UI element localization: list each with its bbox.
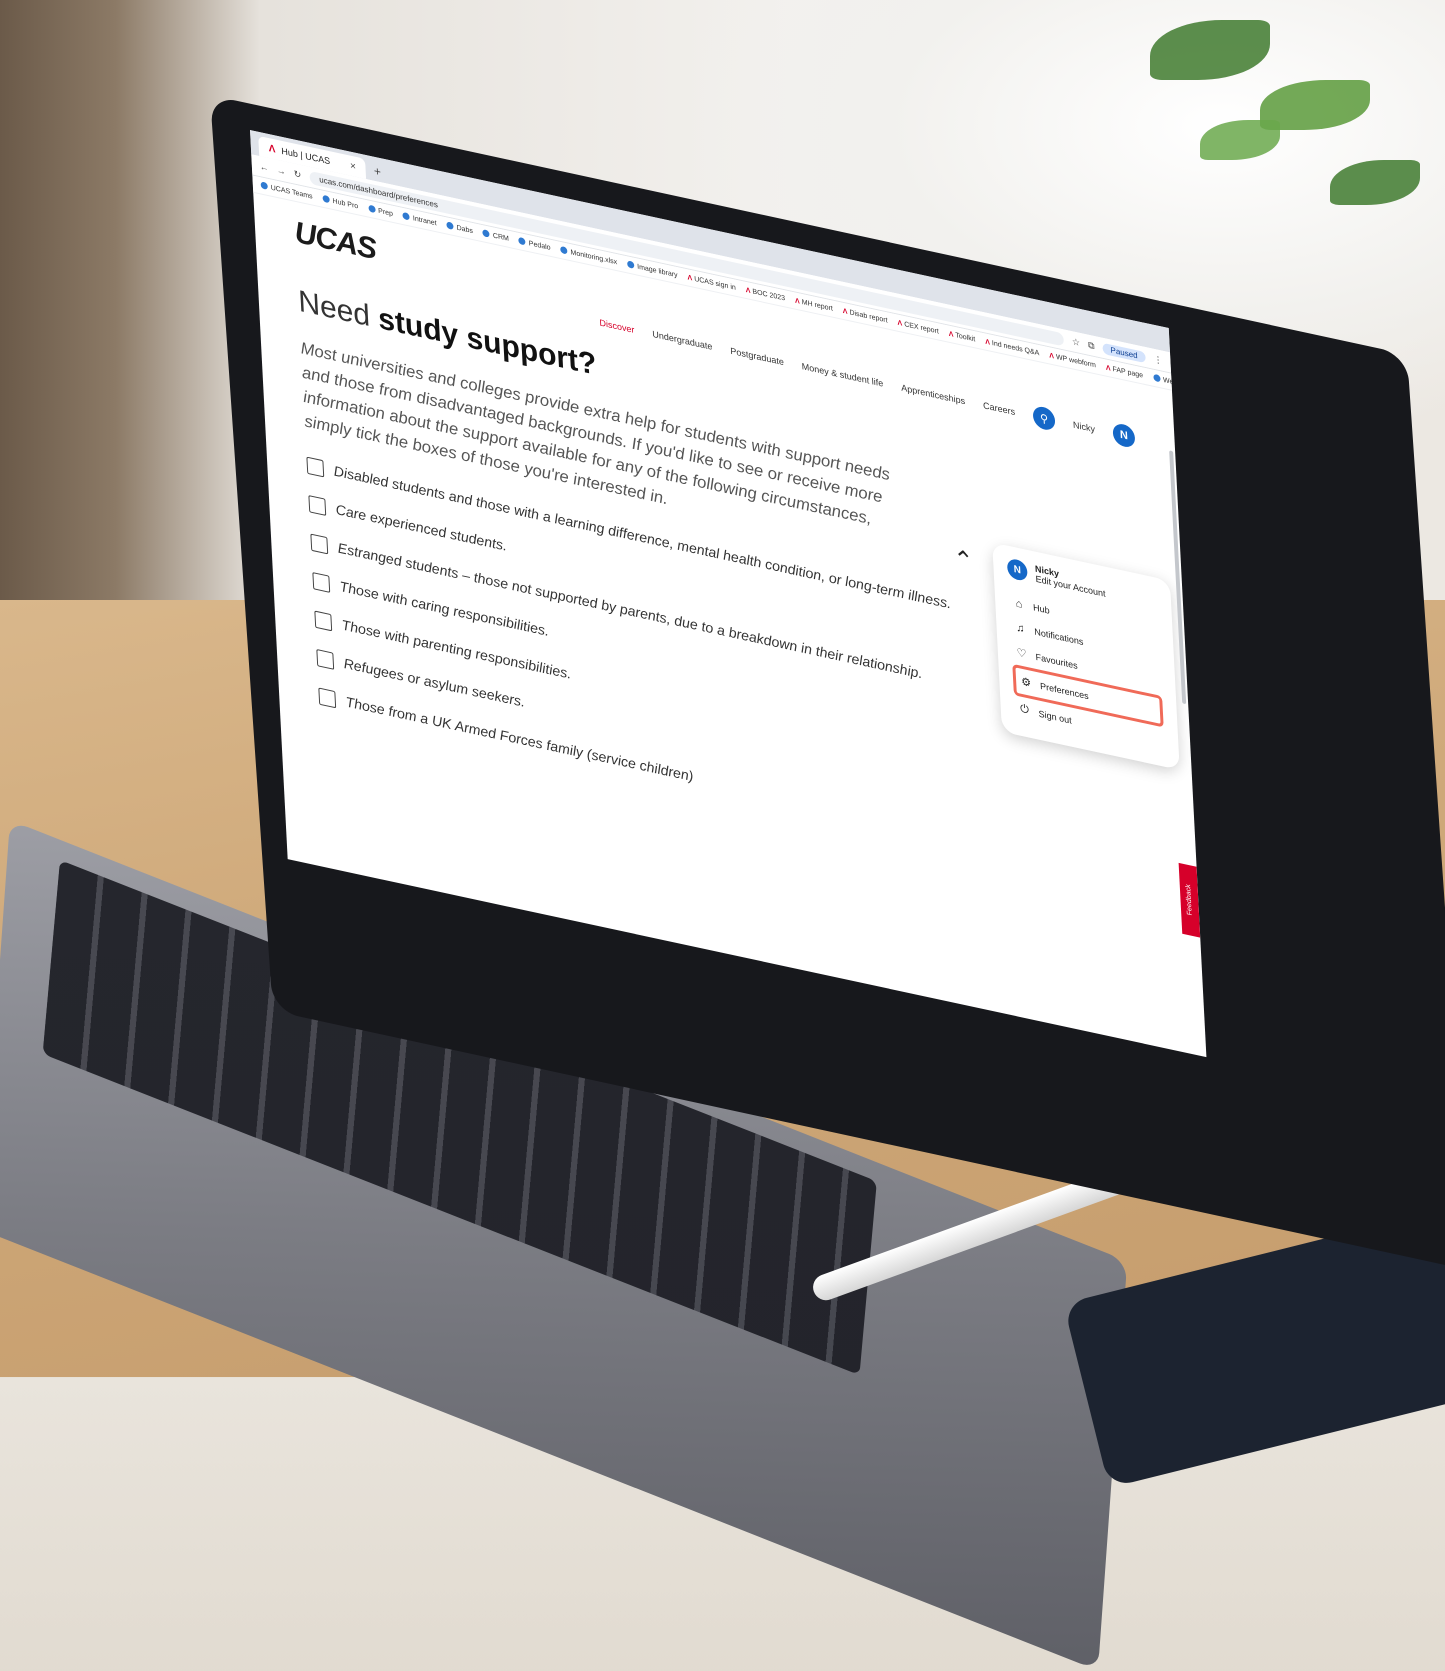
checkbox[interactable] (316, 648, 335, 670)
bookmark-label: FAP page (1112, 365, 1144, 380)
menu-item-label: Preferences (1039, 680, 1089, 701)
bookmark-item[interactable]: Pedalo (518, 236, 551, 252)
nav-postgraduate[interactable]: Postgraduate (730, 346, 784, 368)
checkbox[interactable] (306, 456, 325, 478)
checkbox[interactable] (312, 571, 331, 593)
menu-item-label: Hub (1032, 602, 1050, 616)
search-icon: ⚲ (1039, 411, 1049, 426)
globe-icon (322, 194, 330, 204)
bookmark-label: Prep (378, 207, 394, 218)
heading-light: Need (297, 284, 380, 336)
menu-icon[interactable]: ⋮ (1153, 353, 1163, 366)
globe-icon (402, 211, 411, 221)
user-dropdown-menu: N Nicky Edit your Account ⌂ Hub ♫ Notifica… (992, 542, 1180, 770)
new-tab-button[interactable]: + (374, 164, 382, 180)
wetransfer-icon (1152, 373, 1161, 383)
checkbox[interactable] (318, 687, 337, 709)
globe-icon (367, 204, 376, 214)
ucas-icon: Λ (842, 307, 848, 316)
bell-icon: ♫ (1015, 621, 1025, 636)
globe-icon (626, 260, 635, 269)
reload-icon[interactable]: ↻ (293, 168, 301, 181)
nav-discover[interactable]: Discover (599, 317, 634, 335)
feedback-tab[interactable]: Feedback (1178, 862, 1201, 938)
bookmark-label: Hub Pro (332, 197, 359, 211)
checkbox[interactable] (308, 494, 327, 516)
bookmark-label: CRM (492, 232, 510, 243)
checkbox[interactable] (310, 533, 329, 555)
menu-item-label: Favourites (1035, 651, 1078, 671)
bookmark-item[interactable]: Intranet (402, 211, 437, 228)
power-icon: ⏻ (1019, 702, 1030, 717)
gear-icon: ⚙ (1020, 675, 1032, 690)
nav-careers[interactable]: Careers (983, 400, 1015, 417)
bookmark-item[interactable]: Λ Toolkit (949, 330, 976, 343)
globe-icon (518, 236, 526, 246)
ucas-favicon-icon: Λ (268, 142, 276, 156)
grid-icon (260, 181, 268, 190)
cloud-icon (482, 229, 491, 238)
ucas-icon: Λ (745, 286, 751, 295)
back-icon[interactable]: ← (260, 161, 270, 173)
bookmark-item[interactable]: CRM (482, 229, 510, 243)
bookmark-label: BOC 2023 (752, 287, 786, 302)
ucas-icon: Λ (897, 319, 903, 328)
home-icon: ⌂ (1015, 597, 1023, 611)
menu-item-label: Sign out (1038, 707, 1072, 726)
ucas-icon: Λ (687, 273, 693, 282)
menu-avatar: N (1006, 557, 1028, 583)
tab-close-icon[interactable]: × (350, 160, 356, 172)
heart-icon: ♡ (1016, 646, 1027, 661)
header-user-name[interactable]: Nicky (1073, 419, 1095, 434)
bookmark-label: Intranet (412, 215, 437, 228)
checkbox[interactable] (314, 610, 333, 632)
forward-icon[interactable]: → (276, 165, 286, 177)
bookmark-label: Dabs (456, 224, 474, 236)
ucas-icon: Λ (794, 297, 800, 306)
excel-icon (560, 245, 568, 255)
bookmark-label: CEX report (904, 320, 939, 336)
menu-item-label: Notifications (1034, 626, 1084, 648)
bookmark-item[interactable]: Prep (367, 204, 394, 218)
header-avatar[interactable]: N (1112, 422, 1136, 450)
bookmark-label: Pedalo (528, 240, 551, 252)
app-icon (446, 221, 454, 230)
extensions-icon[interactable]: ⧉ (1088, 339, 1095, 352)
bookmark-item[interactable]: Dabs (446, 221, 473, 235)
star-icon[interactable]: ☆ (1072, 336, 1081, 349)
chevron-up-icon[interactable]: ⌃ (953, 544, 975, 578)
ucas-icon: Λ (985, 338, 991, 347)
bookmark-label: Toolkit (955, 331, 976, 343)
ucas-icon: Λ (1105, 363, 1111, 373)
search-button[interactable]: ⚲ (1032, 404, 1056, 432)
ucas-icon: Λ (948, 330, 954, 339)
ucas-icon: Λ (1049, 351, 1055, 360)
bookmark-label: MH report (801, 298, 834, 313)
